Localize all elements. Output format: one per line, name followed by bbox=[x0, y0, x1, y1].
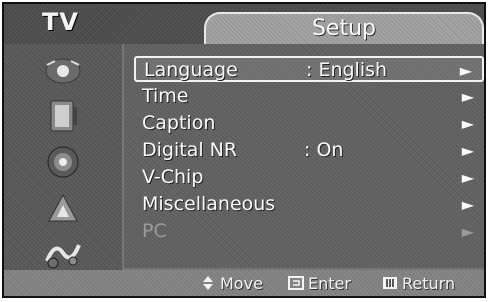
menu-title: Setup bbox=[311, 16, 377, 41]
menu-panel: Language : English ► Time ► Caption ► Di… bbox=[124, 44, 484, 268]
enter-hint: Enter bbox=[288, 272, 351, 294]
menu-item-pc: PC ► bbox=[134, 219, 484, 245]
setup-icon bbox=[48, 193, 78, 222]
sidebar-item-channel[interactable] bbox=[18, 142, 108, 182]
menu-item-miscellaneous[interactable]: Miscellaneous ► bbox=[134, 192, 484, 218]
menu-item-label: Language bbox=[144, 59, 238, 81]
menu-item-label: PC bbox=[142, 220, 167, 242]
menu-item-time[interactable]: Time ► bbox=[134, 84, 484, 110]
move-label: Move bbox=[220, 273, 263, 293]
up-down-arrows-icon bbox=[203, 276, 213, 290]
sidebar-item-setup[interactable] bbox=[18, 188, 108, 228]
tv-osd-screen: TV Setup Language: English ► Time ► Cap… bbox=[0, 0, 490, 302]
sidebar-item-sound[interactable] bbox=[18, 96, 108, 136]
menu-item-language[interactable]: Language : English ► bbox=[134, 56, 484, 82]
menu-item-value: : English bbox=[306, 59, 388, 81]
sound-icon bbox=[50, 100, 77, 132]
chevron-right-icon: ► bbox=[459, 61, 472, 80]
move-hint: Move bbox=[200, 272, 263, 294]
chevron-right-icon: ► bbox=[461, 114, 474, 133]
chevron-right-icon: ► bbox=[461, 222, 474, 241]
return-label: Return bbox=[402, 273, 456, 293]
osd-frame: TV Setup Language: English ► Time ► Cap… bbox=[2, 2, 486, 298]
chevron-right-icon: ► bbox=[461, 168, 474, 187]
chevron-right-icon: ► bbox=[461, 195, 474, 214]
menu-item-digital-nr[interactable]: Digital NR : On ► bbox=[134, 138, 484, 164]
channel-icon bbox=[47, 146, 79, 178]
input-icon bbox=[45, 244, 81, 269]
enter-icon bbox=[288, 276, 304, 290]
header-bar: TV Setup bbox=[4, 4, 484, 44]
footer-hints: Move Enter Return bbox=[4, 270, 484, 296]
picture-icon bbox=[45, 58, 81, 84]
menu-item-v-chip[interactable]: V-Chip ► bbox=[134, 165, 484, 191]
source-label: TV bbox=[42, 8, 79, 36]
menu-item-label: Digital NR bbox=[142, 139, 238, 161]
menu-item-caption[interactable]: Caption ► bbox=[134, 111, 484, 137]
chevron-right-icon: ► bbox=[461, 87, 474, 106]
enter-label: Enter bbox=[308, 273, 351, 293]
chevron-right-icon: ► bbox=[461, 141, 474, 160]
menu-item-label: Caption bbox=[142, 112, 216, 134]
return-icon bbox=[383, 277, 397, 289]
category-sidebar bbox=[4, 44, 122, 290]
menu-item-label: Time bbox=[142, 85, 189, 107]
menu-title-tab: Setup bbox=[204, 12, 484, 44]
sidebar-item-picture[interactable] bbox=[18, 50, 108, 90]
menu-item-label: Miscellaneous bbox=[142, 193, 276, 215]
menu-item-value: : On bbox=[304, 139, 344, 161]
menu-item-label: V-Chip bbox=[142, 166, 204, 188]
sidebar-item-input[interactable] bbox=[18, 234, 108, 274]
return-hint: Return bbox=[382, 272, 455, 294]
